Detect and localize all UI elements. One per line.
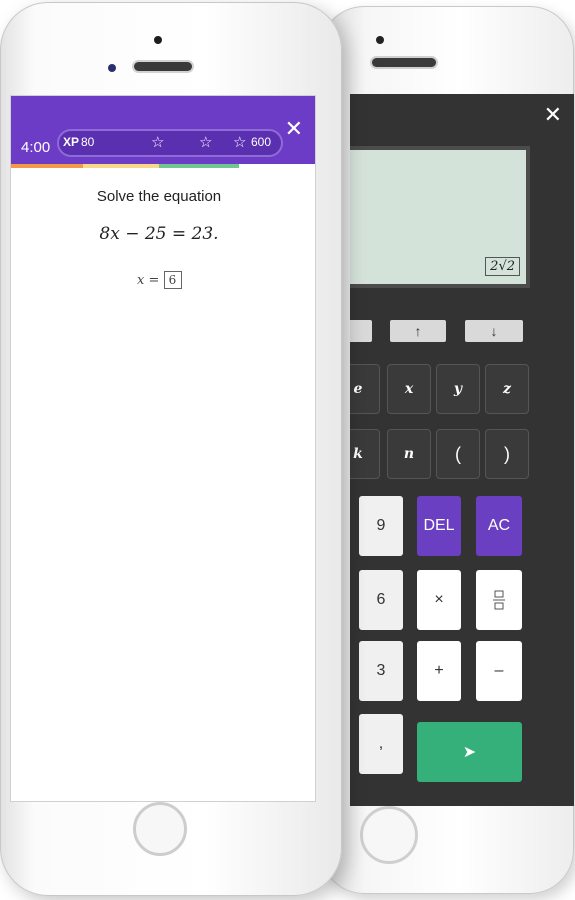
quiz-screen: 4:00 XP 80 ☆ ☆ ☆ 600 ✕ Solve the equatio…	[10, 95, 316, 802]
progress-segment	[83, 164, 159, 168]
xp-progress-bar: XP 80 ☆ ☆ ☆ 600	[57, 129, 283, 157]
star-icon: ☆	[233, 134, 247, 151]
star-icon: ☆	[151, 134, 165, 151]
calculator-close-icon[interactable]: ✕	[544, 104, 562, 126]
key-x[interactable]: x	[387, 364, 431, 414]
key-close-paren[interactable]: )	[485, 429, 529, 479]
minus-button[interactable]: –	[476, 641, 522, 701]
arrow-down-button[interactable]: ↓	[465, 320, 523, 342]
answer-row: x = 6	[137, 271, 182, 289]
arrow-left-button[interactable]	[350, 320, 372, 342]
key-n[interactable]: n	[387, 429, 431, 479]
fraction-icon	[493, 590, 505, 610]
answer-input[interactable]: 6	[163, 271, 182, 289]
arrow-up-button[interactable]: ↑	[390, 320, 446, 342]
star-icon: ☆	[199, 134, 213, 151]
delete-button[interactable]: DEL	[417, 496, 461, 556]
progress-segment	[11, 164, 83, 168]
front-camera	[154, 36, 162, 44]
plus-button[interactable]: +	[417, 641, 461, 701]
close-icon[interactable]: ✕	[285, 116, 303, 142]
fraction-button[interactable]	[476, 570, 522, 630]
calculator-phone: ✕ 2√2 ↑ ↓ e x y z k n ( ) 9 DEL AC 6 × 3…	[320, 6, 574, 894]
key-9[interactable]: 9	[359, 496, 403, 556]
front-camera	[376, 36, 384, 44]
earpiece-speaker	[372, 58, 436, 67]
quiz-header: 4:00 XP 80 ☆ ☆ ☆ 600 ✕	[11, 96, 315, 164]
send-icon: ➤	[462, 744, 477, 761]
calculator-screen: ✕ 2√2 ↑ ↓ e x y z k n ( ) 9 DEL AC 6 × 3…	[350, 94, 574, 806]
home-button	[133, 802, 187, 856]
proximity-sensor	[108, 64, 116, 72]
xp-score: 80	[81, 135, 95, 149]
question-title: Solve the equation	[96, 188, 222, 205]
key-open-paren[interactable]: (	[436, 429, 480, 479]
key-k[interactable]: k	[350, 429, 380, 479]
all-clear-button[interactable]: AC	[476, 496, 522, 556]
key-6[interactable]: 6	[359, 570, 403, 630]
multiply-button[interactable]: ×	[417, 570, 461, 630]
earpiece-speaker	[134, 62, 192, 71]
timer: 4:00	[21, 139, 51, 156]
equation: 8x − 25 = 23.	[99, 224, 219, 244]
submit-button[interactable]: ➤	[417, 722, 522, 782]
comma-button[interactable]: ,	[359, 714, 403, 774]
key-z[interactable]: z	[485, 364, 529, 414]
key-e[interactable]: e	[350, 364, 380, 414]
progress-segment	[159, 164, 239, 168]
calculator-result: 2√2	[485, 257, 520, 276]
quiz-phone: 4:00 XP 80 ☆ ☆ ☆ 600 ✕ Solve the equatio…	[0, 2, 342, 896]
xp-badge: XP	[63, 135, 80, 149]
calculator-display: 2√2	[350, 146, 530, 288]
xp-max: 600	[251, 135, 272, 149]
key-3[interactable]: 3	[359, 641, 403, 701]
answer-prefix: x =	[137, 273, 160, 288]
key-y[interactable]: y	[436, 364, 480, 414]
home-button	[360, 806, 418, 864]
